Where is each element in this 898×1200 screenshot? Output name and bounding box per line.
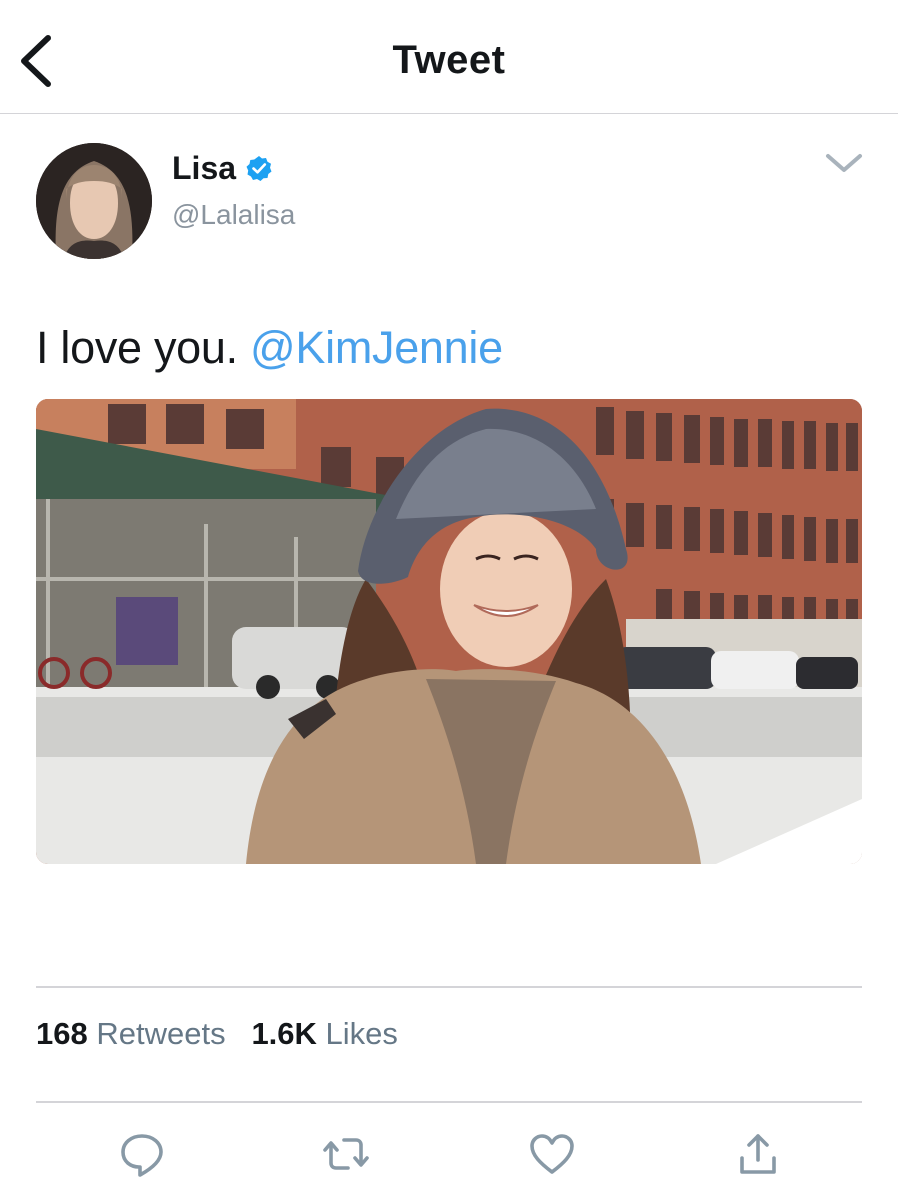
retweet-count-link[interactable]: 168 Retweets bbox=[36, 1016, 226, 1051]
page-title: Tweet bbox=[392, 38, 506, 82]
retweets-label: Retweets bbox=[96, 1016, 226, 1051]
photo-content bbox=[36, 399, 862, 864]
like-count-link[interactable]: 1.6K Likes bbox=[251, 1016, 397, 1051]
avatar-photo bbox=[36, 143, 152, 259]
share-button[interactable] bbox=[734, 1130, 782, 1178]
tweet-photo[interactable] bbox=[36, 399, 862, 864]
divider bbox=[36, 986, 862, 988]
retweet-button[interactable] bbox=[322, 1130, 370, 1178]
reply-icon bbox=[121, 1134, 163, 1177]
chevron-down-icon[interactable] bbox=[822, 148, 866, 178]
likes-label: Likes bbox=[325, 1016, 398, 1051]
verified-badge-icon bbox=[246, 156, 272, 181]
author-handle[interactable]: @Lalalisa bbox=[172, 199, 295, 231]
reply-button[interactable] bbox=[118, 1130, 166, 1178]
retweet-count: 168 bbox=[36, 1016, 88, 1051]
like-button[interactable] bbox=[528, 1130, 576, 1178]
author-name[interactable]: Lisa bbox=[172, 150, 236, 187]
top-bar: Tweet bbox=[0, 0, 898, 114]
tweet-body: I love you. bbox=[36, 322, 238, 373]
divider bbox=[36, 1101, 862, 1103]
share-icon bbox=[740, 1134, 776, 1174]
tweet-text: I love you. @KimJennie bbox=[36, 322, 503, 374]
retweet-icon bbox=[323, 1138, 369, 1170]
tweet-stats: 168 Retweets 1.6K Likes bbox=[36, 1016, 398, 1052]
mention-link[interactable]: @KimJennie bbox=[250, 322, 503, 373]
avatar[interactable] bbox=[36, 143, 152, 259]
like-icon bbox=[530, 1134, 574, 1174]
like-count: 1.6K bbox=[251, 1016, 317, 1051]
